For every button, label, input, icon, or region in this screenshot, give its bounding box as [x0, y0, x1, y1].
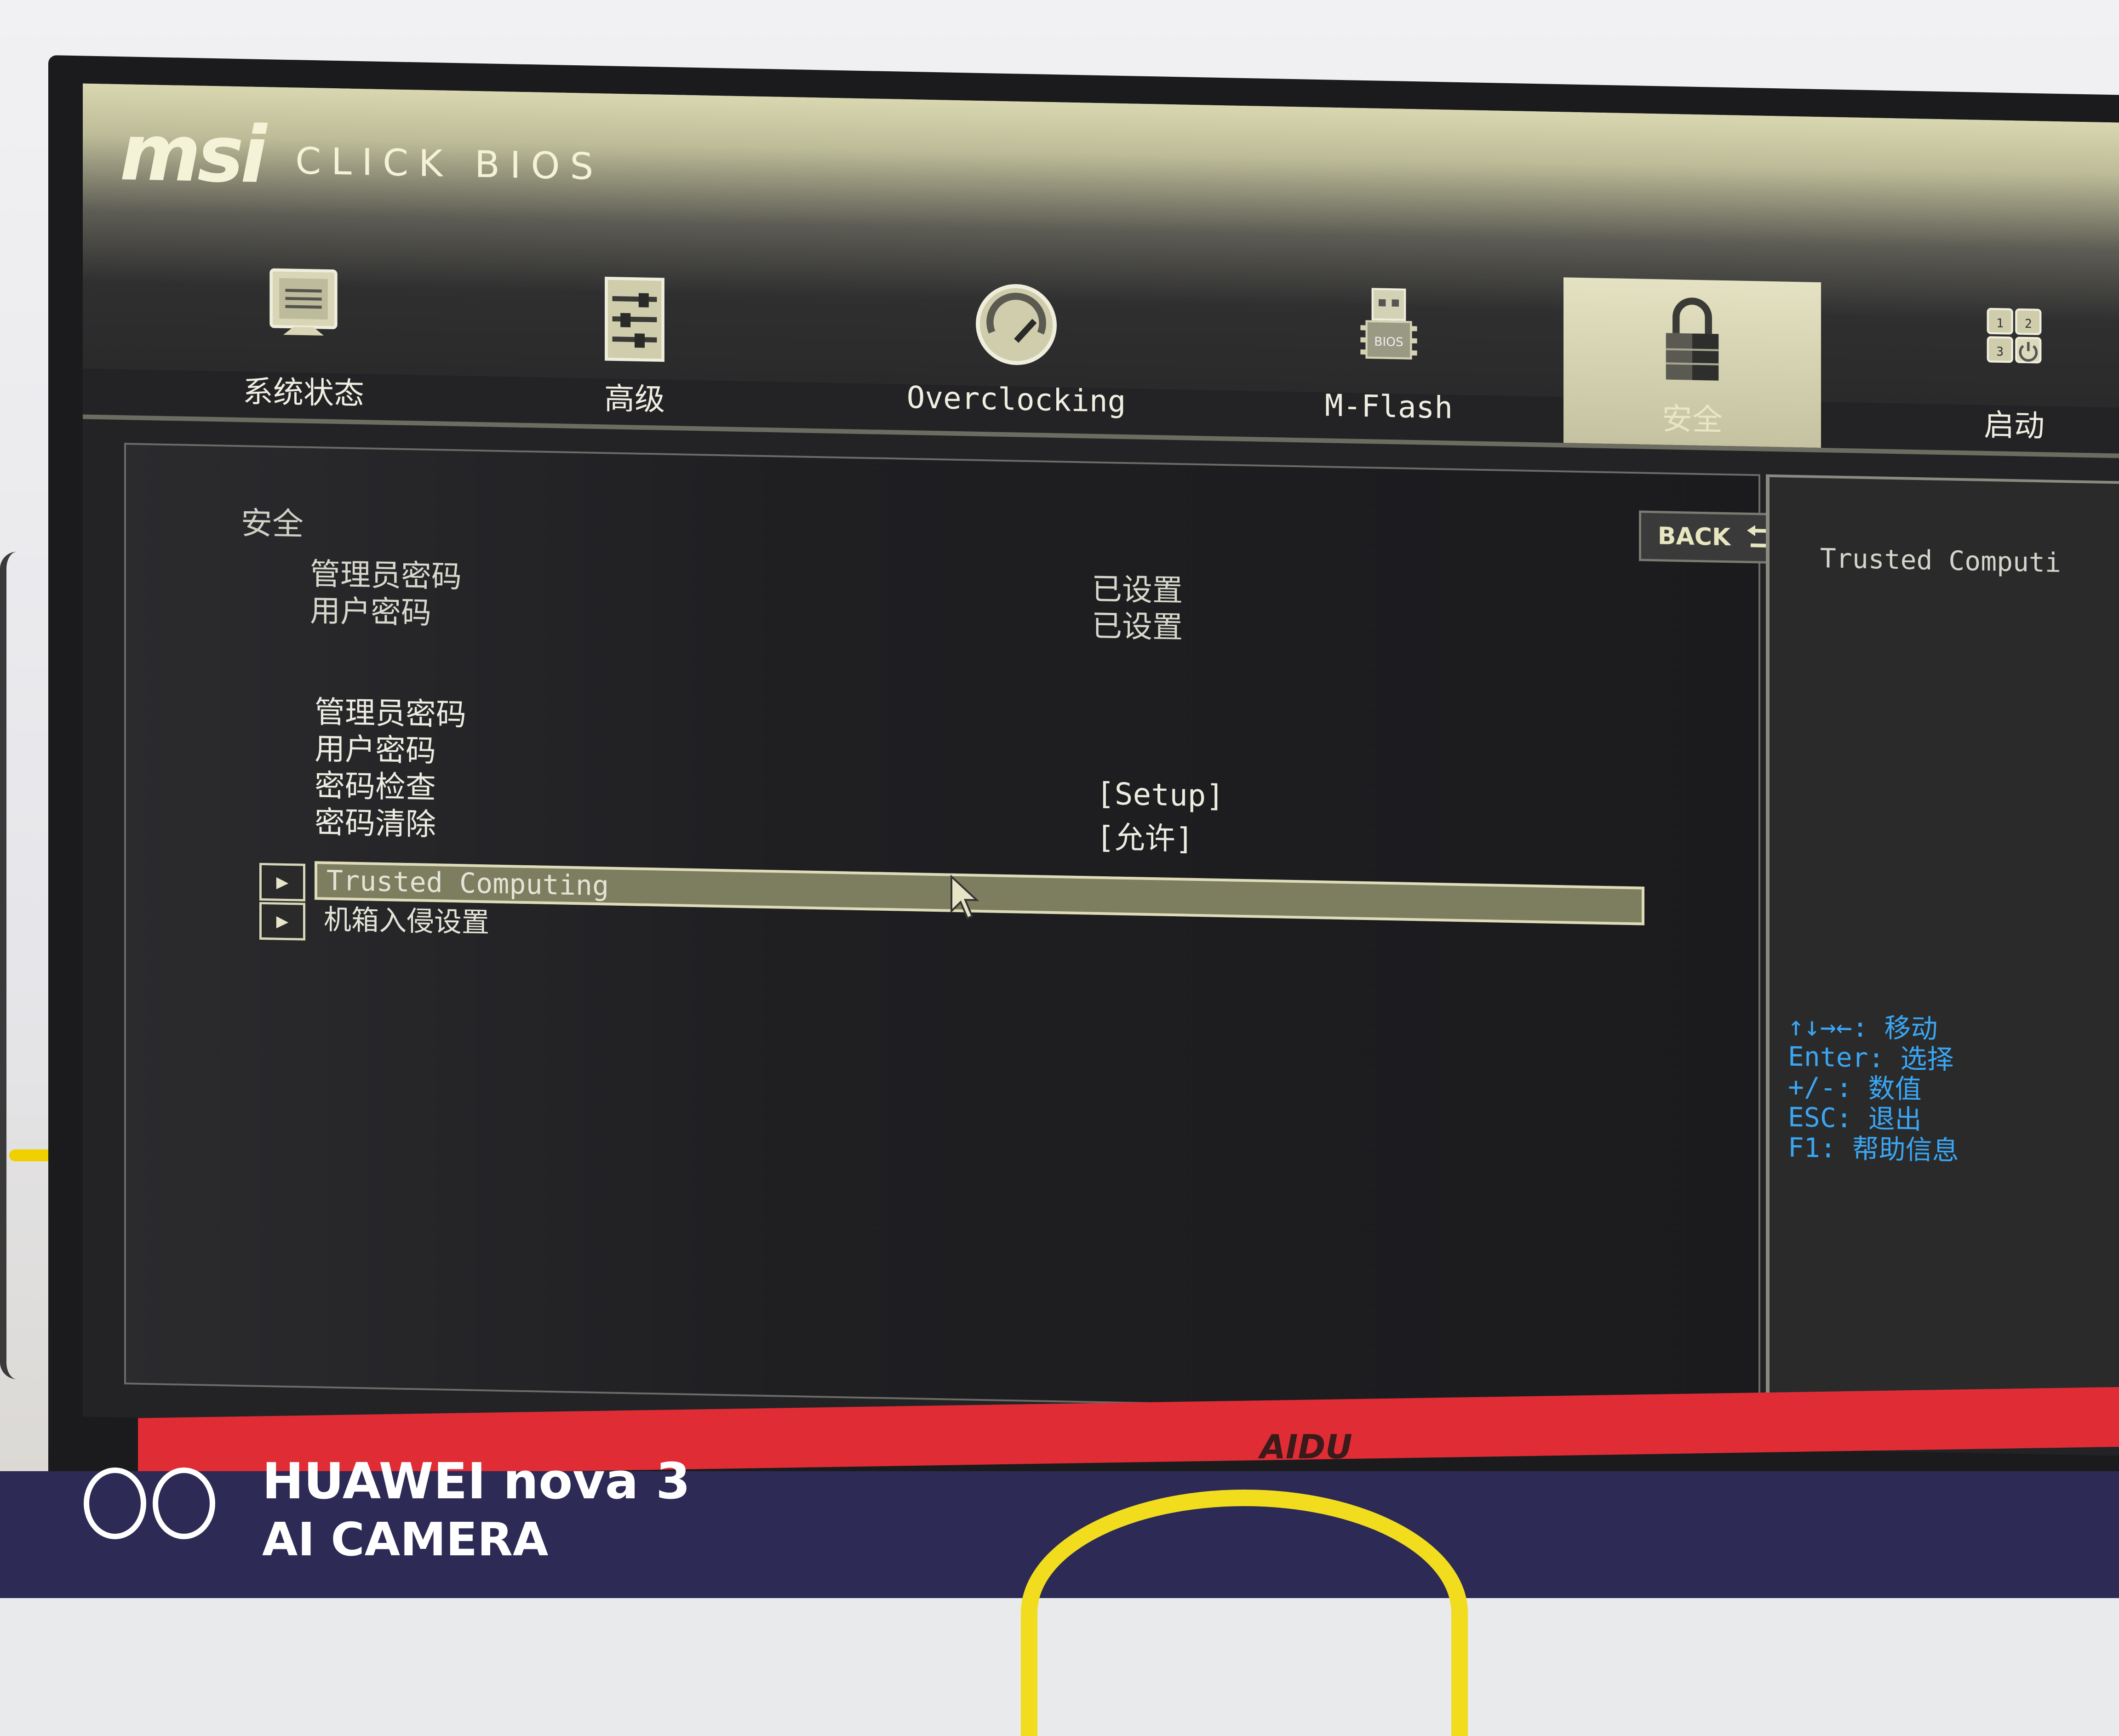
- monitor: msi CLICK BIOS 系统状态 高级 Overclocking BIOS…: [48, 55, 2119, 1530]
- row-value[interactable]: [允许]: [1096, 813, 1193, 859]
- mouse-cursor-icon: [951, 874, 979, 920]
- tab-security[interactable]: 安全: [1563, 277, 1821, 448]
- tab-label: 启动: [1984, 407, 2045, 444]
- svg-text:3: 3: [1996, 344, 2004, 359]
- page-title: 安全: [241, 505, 304, 543]
- action: 帮助信息: [1852, 1133, 1959, 1166]
- watermark-camera: AI CAMERA: [262, 1513, 549, 1566]
- action: 退出: [1868, 1102, 1922, 1136]
- submenu-arrow-icon: ▶: [259, 862, 305, 902]
- tab-label: 高级: [604, 381, 665, 417]
- speedometer-icon: [976, 284, 1057, 365]
- row-label: 用户密码: [310, 593, 431, 631]
- row-value[interactable]: [Setup]: [1096, 776, 1224, 814]
- camera-rings-icon: [84, 1468, 215, 1539]
- bios-header: msi CLICK BIOS 系统状态 高级 Overclocking BIOS…: [83, 83, 2119, 448]
- key-hint-f1: F1: 帮助信息: [1788, 1132, 1959, 1166]
- yellow-fan: [1021, 1490, 1468, 1736]
- status-row-user-password: 用户密码 已设置: [310, 586, 1183, 645]
- tab-label: 安全: [1662, 401, 1723, 438]
- key-hint-move: ↑↓→←: 移动: [1788, 1011, 1959, 1045]
- row-value: 已设置: [1092, 608, 1183, 645]
- watermark-model: HUAWEI nova 3: [262, 1453, 691, 1510]
- action: 数值: [1868, 1072, 1922, 1105]
- monitor-brand-logo: AIDU: [1260, 1428, 1352, 1466]
- tab-label: M-Flash: [1324, 388, 1453, 426]
- key: +/-:: [1788, 1071, 1852, 1104]
- monitor-icon: [269, 268, 338, 336]
- key: ESC:: [1788, 1101, 1852, 1134]
- key-hint-value: +/-: 数值: [1788, 1071, 1959, 1105]
- svg-text:1: 1: [1996, 316, 2004, 331]
- bios-screen: msi CLICK BIOS 系统状态 高级 Overclocking BIOS…: [83, 83, 2119, 1456]
- help-title: Trusted Computi: [1820, 542, 2061, 579]
- help-panel: Trusted Computi ↑↓→←: 移动 Enter: 选择 +/-: …: [1766, 474, 2119, 1423]
- tab-boot[interactable]: 1 2 3 启动: [1885, 284, 2119, 454]
- key-hint-esc: ESC: 退出: [1788, 1102, 1959, 1136]
- submenu-label: 机箱入侵设置: [324, 903, 489, 939]
- key-legend: ↑↓→←: 移动 Enter: 选择 +/-: 数值 ESC: 退出 F1: 帮…: [1788, 1011, 1959, 1166]
- tab-system-status[interactable]: 系统状态: [175, 251, 432, 421]
- svg-text:BIOS: BIOS: [1374, 335, 1403, 349]
- tab-overclocking[interactable]: Overclocking: [855, 264, 1177, 435]
- tab-advanced[interactable]: 高级: [506, 257, 763, 428]
- row-label: 密码清除: [315, 805, 436, 843]
- submenu-arrow-icon: ▶: [259, 902, 305, 941]
- svg-text:2: 2: [2025, 317, 2032, 331]
- tab-label: Overclocking: [906, 379, 1126, 419]
- cable: [0, 552, 34, 1379]
- key-hint-enter: Enter: 选择: [1788, 1041, 1959, 1075]
- boot-order-power-icon: 1 2 3: [1987, 308, 2042, 364]
- bios-chip-usb-icon: BIOS: [1360, 288, 1417, 360]
- back-label: BACK: [1657, 522, 1731, 552]
- product-title: CLICK BIOS: [295, 139, 604, 188]
- sliders-icon: [605, 276, 664, 362]
- padlock-icon: [1666, 297, 1719, 381]
- settings-panel: 安全 BACK 管理员密码 已设置 用户密码 已设置 管理员密码 用户密码 密码…: [124, 443, 1795, 1416]
- setting-password-clear[interactable]: 密码清除 [允许]: [315, 798, 1193, 857]
- key: ↑↓→←:: [1788, 1010, 1868, 1043]
- action: 移动: [1884, 1012, 1938, 1045]
- brand-logo: msi: [120, 107, 263, 201]
- key: Enter:: [1788, 1040, 1884, 1074]
- key: F1:: [1788, 1131, 1836, 1164]
- action: 选择: [1900, 1043, 1954, 1075]
- tab-m-flash[interactable]: BIOS M-Flash: [1260, 272, 1518, 442]
- tab-label: 系统状态: [243, 374, 364, 412]
- msi-logo: msi CLICK BIOS: [120, 107, 603, 207]
